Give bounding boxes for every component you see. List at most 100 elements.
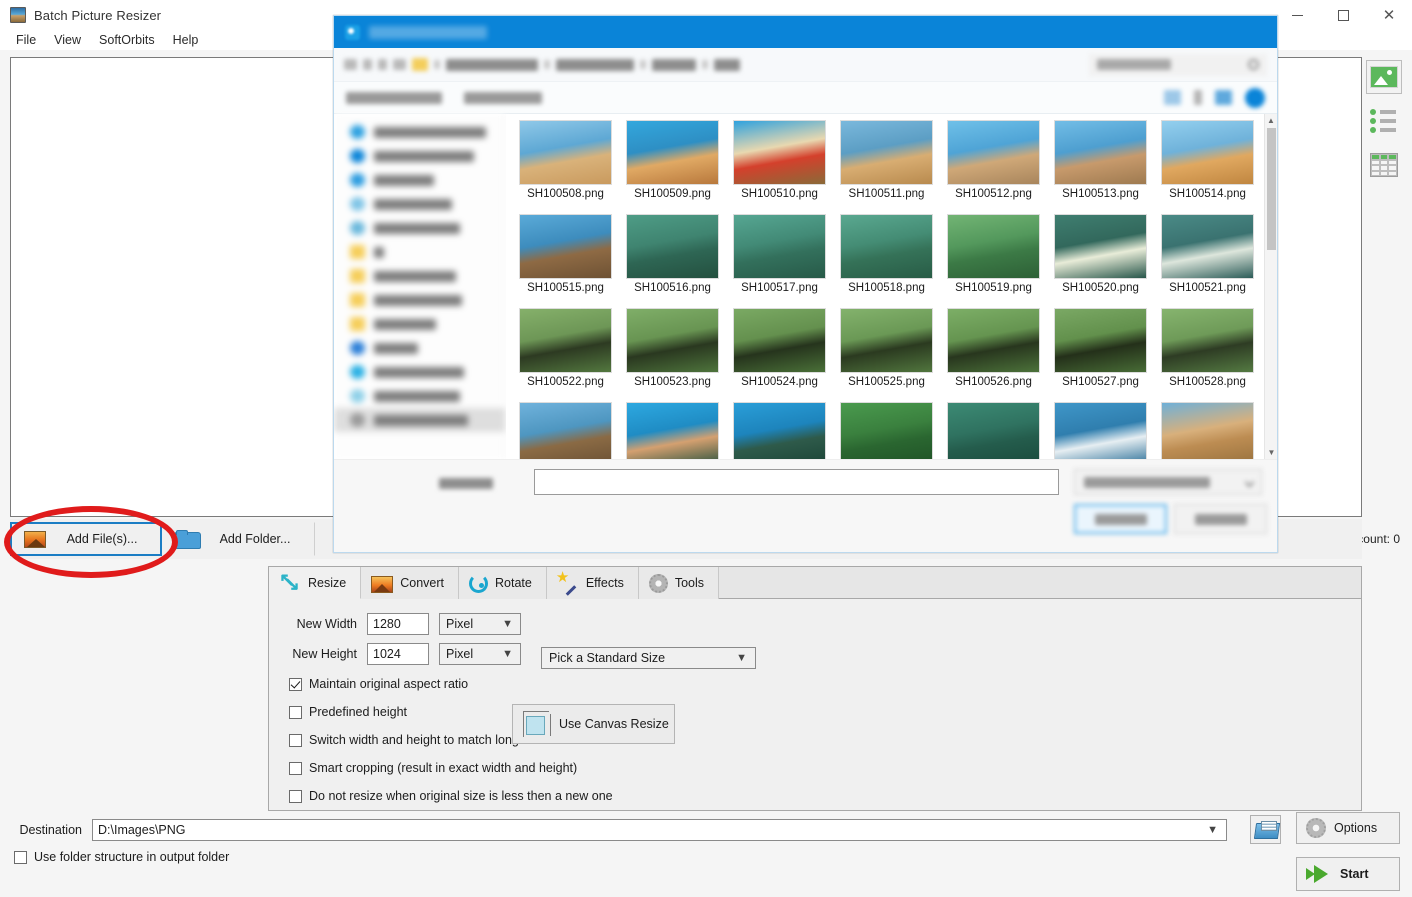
new-width-input[interactable] [367, 613, 429, 635]
file-thumbnail-item[interactable]: SH100520.png [1047, 214, 1154, 308]
tab-convert[interactable]: Convert [361, 567, 459, 599]
preview-pane-icon[interactable] [1215, 90, 1232, 105]
file-thumbnail-item[interactable]: SH100511.png [833, 120, 940, 214]
predefined-height-checkbox[interactable] [289, 705, 302, 719]
standard-size-select[interactable]: Pick a Standard Size ▼ [541, 647, 756, 669]
file-thumbnail-item[interactable]: SH100519.png [940, 214, 1047, 308]
use-canvas-resize-button[interactable]: Use Canvas Resize [512, 704, 675, 744]
use-folder-structure-checkbox[interactable] [14, 850, 27, 864]
tab-resize[interactable]: Resize [269, 567, 362, 599]
file-thumbnail-item[interactable]: SH100518.png [833, 214, 940, 308]
scrollbar-thumb[interactable] [1267, 128, 1276, 250]
file-thumbnail-item[interactable]: SH100517.png [726, 214, 833, 308]
file-thumbnail-item[interactable]: SH100514.png [1154, 120, 1261, 214]
file-name-input[interactable] [534, 469, 1059, 495]
up-button[interactable] [378, 59, 387, 70]
menu-softorbits[interactable]: SoftOrbits [91, 31, 165, 49]
recent-locations-button[interactable] [393, 59, 406, 70]
tab-rotate[interactable]: Rotate [459, 567, 547, 599]
breadcrumb-segment[interactable] [652, 58, 696, 71]
options-button[interactable]: Options [1296, 812, 1400, 844]
dialog-sidebar-item[interactable] [350, 216, 505, 240]
file-thumbnail-item[interactable] [833, 402, 940, 459]
start-button[interactable]: Start [1296, 857, 1400, 891]
help-icon[interactable] [1245, 87, 1265, 108]
file-thumbnail-item[interactable]: SH100513.png [1047, 120, 1154, 214]
file-thumbnail-item[interactable]: SH100527.png [1047, 308, 1154, 402]
change-view-icon[interactable] [1164, 90, 1181, 105]
dialog-open-button[interactable] [1074, 504, 1167, 534]
file-thumbnail-item[interactable]: SH100509.png [619, 120, 726, 214]
file-thumbnail-item[interactable] [619, 402, 726, 459]
predefined-height-row[interactable]: Predefined height [289, 705, 1361, 719]
close-button[interactable]: ✕ [1366, 0, 1412, 30]
menu-help[interactable]: Help [165, 31, 209, 49]
breadcrumb-segment[interactable] [714, 58, 740, 71]
dialog-sidebar-item[interactable] [350, 312, 505, 336]
file-thumbnail-item[interactable] [726, 402, 833, 459]
smart-cropping-checkbox[interactable] [289, 761, 302, 775]
dialog-sidebar-item[interactable] [350, 192, 505, 216]
use-folder-structure-row[interactable]: Use folder structure in output folder [14, 850, 229, 864]
search-input[interactable] [1089, 53, 1267, 76]
destination-combo[interactable]: D:\Images\PNG ▼ [92, 819, 1227, 841]
file-type-select[interactable] [1074, 469, 1262, 495]
file-thumbnail-item[interactable]: SH100522.png [512, 308, 619, 402]
file-thumbnail-item[interactable]: SH100516.png [619, 214, 726, 308]
dialog-file-grid[interactable]: SH100508.png SH100509.png SH100510.png SH10… [506, 114, 1277, 459]
breadcrumb-segment[interactable] [556, 58, 634, 71]
open-file-dialog[interactable]: SH100508.png SH100509.png SH100510.png SH10… [333, 15, 1278, 553]
scroll-up-icon[interactable]: ▲ [1265, 114, 1277, 127]
dialog-sidebar-item[interactable] [334, 408, 505, 432]
back-button[interactable] [344, 59, 357, 70]
dialog-sidebar-item[interactable] [350, 264, 505, 288]
breadcrumb-segment[interactable] [446, 58, 538, 71]
file-thumbnail-item[interactable]: SH100524.png [726, 308, 833, 402]
view-dropdown-icon[interactable] [1194, 90, 1202, 105]
dialog-sidebar-item[interactable] [350, 288, 505, 312]
maintain-aspect-ratio-row[interactable]: Maintain original aspect ratio [289, 677, 1361, 691]
file-thumbnail-item[interactable] [512, 402, 619, 459]
browse-destination-button[interactable] [1250, 815, 1281, 844]
dialog-sidebar-item[interactable] [350, 120, 505, 144]
forward-button[interactable] [363, 59, 372, 70]
file-thumbnail-item[interactable] [1047, 402, 1154, 459]
organize-menu[interactable] [346, 91, 442, 104]
menu-view[interactable]: View [46, 31, 91, 49]
file-thumbnail-item[interactable] [940, 402, 1047, 459]
file-thumbnail-item[interactable] [1154, 402, 1261, 459]
file-thumbnail-item[interactable]: SH100528.png [1154, 308, 1261, 402]
details-view-button[interactable] [1366, 148, 1402, 182]
new-width-unit-select[interactable]: Pixel ▼ [439, 613, 521, 635]
dialog-sidebar-item[interactable] [350, 168, 505, 192]
switch-width-height-checkbox[interactable] [289, 733, 302, 747]
dialog-sidebar-item[interactable] [350, 336, 505, 360]
maximize-button[interactable] [1320, 0, 1366, 30]
file-thumbnail-item[interactable]: SH100521.png [1154, 214, 1261, 308]
scroll-down-icon[interactable]: ▼ [1265, 446, 1277, 459]
new-height-input[interactable] [367, 643, 429, 665]
menu-file[interactable]: File [8, 31, 46, 49]
dialog-sidebar-item[interactable] [350, 360, 505, 384]
maintain-aspect-ratio-checkbox[interactable] [289, 677, 302, 691]
add-folder-button[interactable]: Add Folder... [162, 522, 314, 556]
dialog-sidebar-item[interactable] [350, 144, 505, 168]
dialog-cancel-button[interactable] [1174, 504, 1267, 534]
switch-width-height-row[interactable]: Switch width and height to match long si… [289, 733, 1361, 747]
new-folder-button[interactable] [464, 91, 542, 104]
tab-effects[interactable]: Effects [546, 567, 639, 599]
dialog-scrollbar[interactable]: ▲ ▼ [1264, 114, 1277, 459]
file-thumbnail-item[interactable]: SH100510.png [726, 120, 833, 214]
dialog-sidebar[interactable] [334, 114, 506, 459]
file-thumbnail-item[interactable]: SH100515.png [512, 214, 619, 308]
minimize-button[interactable] [1274, 0, 1320, 30]
thumbnail-view-button[interactable] [1366, 60, 1402, 94]
file-thumbnail-item[interactable]: SH100512.png [940, 120, 1047, 214]
new-height-unit-select[interactable]: Pixel ▼ [439, 643, 521, 665]
tab-tools[interactable]: Tools [638, 567, 720, 599]
file-thumbnail-item[interactable]: SH100525.png [833, 308, 940, 402]
do-not-resize-row[interactable]: Do not resize when original size is less… [289, 789, 1361, 803]
dialog-sidebar-item[interactable] [350, 240, 505, 264]
do-not-resize-checkbox[interactable] [289, 789, 302, 803]
add-files-button[interactable]: Add File(s)... [10, 522, 162, 556]
